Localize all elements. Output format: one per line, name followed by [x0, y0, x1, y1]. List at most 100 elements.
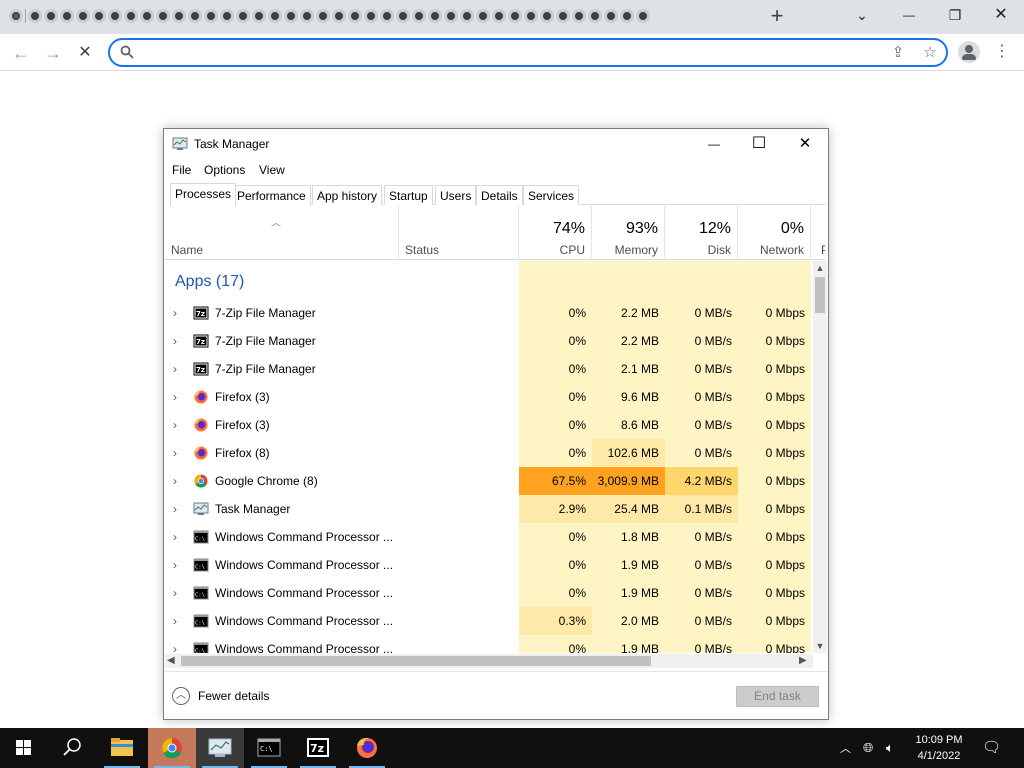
search-taskbar-button[interactable] — [48, 728, 96, 768]
tab-favicon-icon[interactable] — [428, 9, 442, 23]
chevron-up-circle-icon[interactable]: ︿ — [172, 687, 190, 705]
column-header-disk[interactable]: 12% Disk — [665, 206, 738, 260]
tab-favicon-icon[interactable] — [412, 9, 426, 23]
tab-favicon-icon[interactable] — [508, 9, 522, 23]
taskbar-clock[interactable]: 10:09 PM 4/1/2022 — [908, 732, 970, 764]
column-header-memory[interactable]: 93% Memory — [592, 206, 665, 260]
tab-favicon-icon[interactable] — [108, 9, 122, 23]
table-row[interactable]: › 7z 7-Zip File Manager 0% 2.2 MB 0 MB/s 0 Mbp… — [165, 327, 813, 355]
tab-favicon-icon[interactable] — [364, 9, 378, 23]
tab-favicon-icon[interactable] — [60, 9, 74, 23]
expand-chevron-icon[interactable]: › — [173, 418, 183, 432]
tab-favicon-icon[interactable] — [236, 9, 250, 23]
tab-favicon-icon[interactable] — [28, 9, 42, 23]
browser-restore-button[interactable]: ❐ — [941, 4, 969, 26]
tab-favicon-icon[interactable] — [492, 9, 506, 23]
column-header-name[interactable]: ︿ Name — [165, 206, 399, 260]
tab-favicon-icon[interactable] — [172, 9, 186, 23]
column-header-network[interactable]: 0% Network — [738, 206, 811, 260]
expand-chevron-icon[interactable]: › — [173, 586, 183, 600]
taskbar-chrome[interactable] — [148, 728, 196, 768]
column-header-cpu[interactable]: 74% CPU — [519, 206, 592, 260]
menu-file[interactable]: File — [172, 163, 191, 177]
expand-chevron-icon[interactable]: › — [173, 474, 183, 488]
table-row[interactable]: › Firefox (3) 0% 9.6 MB 0 MB/s 0 Mbps — [165, 383, 813, 411]
forward-button[interactable]: → — [40, 40, 66, 66]
expand-chevron-icon[interactable]: › — [173, 334, 183, 348]
taskbar-7zip[interactable]: 7z — [294, 728, 342, 768]
tab-favicons[interactable] — [8, 8, 730, 26]
tab-favicon-icon[interactable] — [268, 9, 282, 23]
browser-minimize-button[interactable]: — — [895, 4, 923, 26]
tab-favicon-icon[interactable] — [188, 9, 202, 23]
scroll-left-arrow-icon[interactable]: ◀ — [167, 654, 179, 668]
table-row[interactable]: › C:\ Windows Command Processor ... 0% 1.9 M… — [165, 551, 813, 579]
expand-chevron-icon[interactable]: › — [173, 558, 183, 572]
omnibox[interactable]: ⇪ ☆ — [108, 38, 948, 67]
network-globe-icon[interactable]: 🌐︎ — [863, 740, 873, 756]
taskbar-file-explorer[interactable] — [98, 728, 146, 768]
tab-favicon-icon[interactable] — [316, 9, 330, 23]
browser-close-button[interactable]: ✕ — [987, 4, 1015, 26]
table-row[interactable]: › C:\ Windows Command Processor ... 0.3% 2.0… — [165, 607, 813, 635]
table-row[interactable]: › Firefox (8) 0% 102.6 MB 0 MB/s 0 Mbps — [165, 439, 813, 467]
tab-favicon-icon[interactable] — [204, 9, 218, 23]
tab-favicon-icon[interactable] — [140, 9, 154, 23]
tab-favicon-icon[interactable] — [9, 9, 23, 23]
menu-options[interactable]: Options — [204, 163, 245, 177]
table-row[interactable]: › C:\ Windows Command Processor ... 0% 1.9 M… — [165, 635, 813, 653]
fewer-details-link[interactable]: Fewer details — [198, 689, 269, 703]
tab-startup[interactable]: Startup — [384, 185, 433, 205]
menu-view[interactable]: View — [259, 163, 285, 177]
tab-users[interactable]: Users — [435, 185, 477, 205]
tab-favicon-icon[interactable] — [540, 9, 554, 23]
column-header-power[interactable]: P — [811, 206, 825, 260]
tab-favicon-icon[interactable] — [636, 9, 650, 23]
table-row[interactable]: › C:\ Windows Command Processor ... 0% 1.9 M… — [165, 579, 813, 607]
tab-favicon-icon[interactable] — [332, 9, 346, 23]
tm-close-button[interactable]: ✕ — [791, 133, 819, 155]
profile-avatar-icon[interactable] — [958, 41, 980, 63]
tm-minimize-button[interactable]: — — [700, 133, 728, 155]
tab-favicon-icon[interactable] — [460, 9, 474, 23]
tab-favicon-icon[interactable] — [556, 9, 570, 23]
tab-favicon-icon[interactable] — [76, 9, 90, 23]
tab-favicon-icon[interactable] — [124, 9, 138, 23]
tab-favicon-icon[interactable] — [300, 9, 314, 23]
tab-favicon-icon[interactable] — [604, 9, 618, 23]
task-manager-titlebar[interactable]: Task Manager — ☐ ✕ — [164, 129, 828, 159]
vertical-scrollbar[interactable]: ▲ ▼ — [813, 261, 827, 653]
tm-maximize-button[interactable]: ☐ — [745, 133, 773, 155]
expand-chevron-icon[interactable]: › — [173, 502, 183, 516]
start-button[interactable] — [0, 728, 48, 768]
table-row[interactable]: › 7z 7-Zip File Manager 0% 2.1 MB 0 MB/s 0 Mbp… — [165, 355, 813, 383]
column-header-status[interactable]: Status — [399, 206, 519, 260]
expand-chevron-icon[interactable]: › — [173, 306, 183, 320]
tab-favicon-icon[interactable] — [396, 9, 410, 23]
table-row[interactable]: › 7z 7-Zip File Manager 0% 2.2 MB 0 MB/s 0 Mbp… — [165, 299, 813, 327]
expand-chevron-icon[interactable]: › — [173, 362, 183, 376]
notifications-icon[interactable]: 🗨︎ — [982, 738, 1001, 756]
tab-favicon-icon[interactable] — [284, 9, 298, 23]
tab-favicon-icon[interactable] — [92, 9, 106, 23]
tab-app-history[interactable]: App history — [312, 185, 383, 205]
expand-chevron-icon[interactable]: › — [173, 446, 183, 460]
horizontal-scrollbar[interactable]: ◀ ▶ — [165, 654, 813, 668]
scroll-right-arrow-icon[interactable]: ▶ — [799, 654, 811, 668]
tab-favicon-icon[interactable] — [524, 9, 538, 23]
table-row[interactable]: › Task Manager 2.9% 25.4 MB 0.1 MB/s 0 Mbps — [165, 495, 813, 523]
tab-favicon-icon[interactable] — [444, 9, 458, 23]
vertical-scroll-thumb[interactable] — [815, 277, 825, 313]
taskbar-cmd[interactable]: C:\ — [245, 728, 293, 768]
table-row[interactable]: › Google Chrome (8) 67.5% 3,009.9 MB 4.2 MB/… — [165, 467, 813, 495]
expand-chevron-icon[interactable]: › — [173, 390, 183, 404]
tab-favicon-icon[interactable] — [156, 9, 170, 23]
tab-search-button[interactable]: ⌄ — [848, 4, 876, 26]
volume-icon[interactable]: 🔈︎ — [886, 740, 894, 756]
scroll-up-arrow-icon[interactable]: ▲ — [813, 261, 827, 275]
tab-performance[interactable]: Performance — [232, 185, 311, 205]
tab-details[interactable]: Details — [476, 185, 523, 205]
table-row[interactable]: › Firefox (3) 0% 8.6 MB 0 MB/s 0 Mbps — [165, 411, 813, 439]
expand-chevron-icon[interactable]: › — [173, 530, 183, 544]
share-icon[interactable]: ⇪ — [888, 43, 908, 63]
